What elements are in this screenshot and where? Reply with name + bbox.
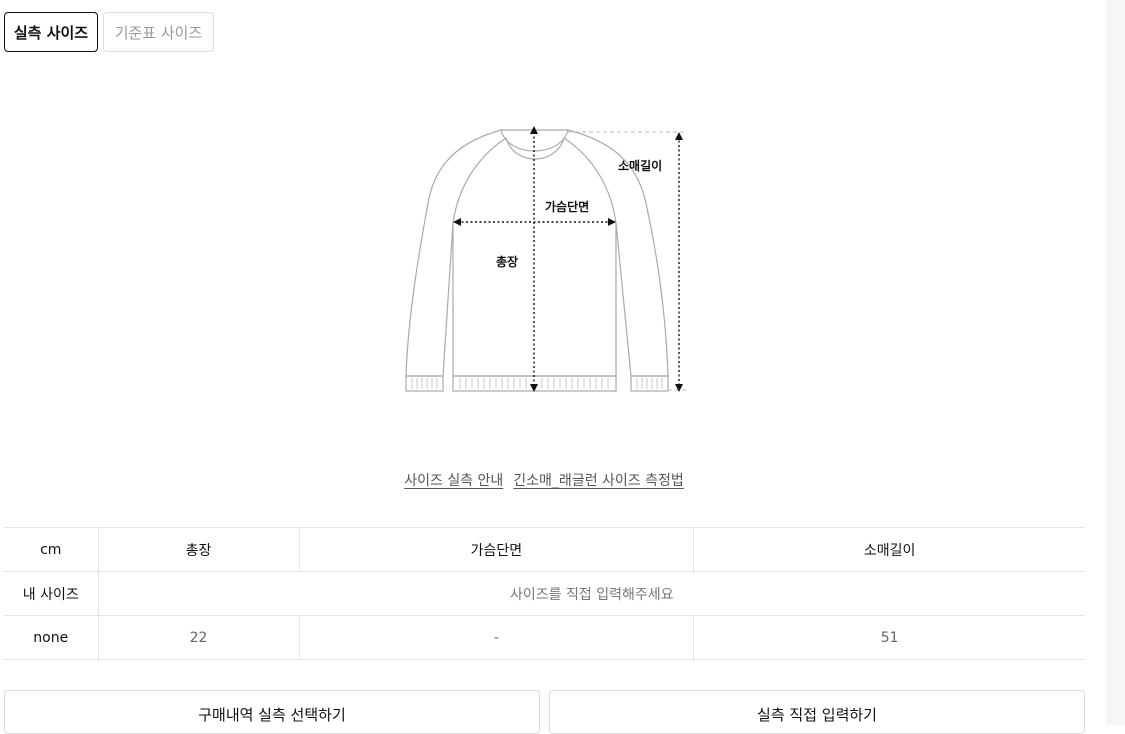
action-buttons: 구매내역 실측 선택하기 실측 직접 입력하기 [4, 690, 1085, 734]
arrow-down-icon [675, 384, 683, 392]
select-from-history-button[interactable]: 구매내역 실측 선택하기 [4, 690, 540, 734]
manual-input-button[interactable]: 실측 직접 입력하기 [549, 690, 1085, 734]
garment-measurement-diagram: 소매길이 가슴단면 총장 [396, 118, 696, 403]
tab-standard-size[interactable]: 기준표 사이즈 [103, 12, 214, 52]
table-row: none 22 - 51 [4, 615, 1085, 660]
sleeve-value-cell: 51 [693, 615, 1085, 660]
scrollbar-track[interactable] [1106, 0, 1125, 725]
table-header-length: 총장 [97, 527, 300, 572]
ribbing-lines [411, 378, 663, 389]
arrow-right-icon [608, 218, 616, 226]
size-guide-link[interactable]: 사이즈 실측 안내 [404, 470, 503, 490]
table-header-sleeve: 소매길이 [693, 527, 1085, 572]
sleeve-length-label: 소매길이 [618, 158, 662, 173]
table-header-chest: 가슴단면 [298, 527, 694, 572]
chest-value-cell: - [298, 615, 694, 660]
measure-method-link[interactable]: 긴소매_래글런 사이즈 측정법 [513, 470, 683, 490]
size-guide-links: 사이즈 실측 안내 긴소매_래글런 사이즈 측정법 [0, 470, 1088, 490]
length-value-cell: 22 [97, 615, 300, 660]
size-tabs: 실측 사이즈 기준표 사이즈 [4, 12, 214, 52]
arrow-up-icon [675, 132, 683, 140]
my-size-label: 내 사이즈 [4, 571, 98, 616]
size-name-cell: none [4, 615, 98, 660]
table-header-unit: cm [4, 527, 98, 572]
my-size-input-prompt[interactable]: 사이즈를 직접 입력해주세요 [97, 571, 1085, 616]
size-table: cm 총장 가슴단면 소매길이 내 사이즈 사이즈를 직접 입력해주세요 non… [4, 527, 1085, 660]
tab-actual-size[interactable]: 실측 사이즈 [4, 12, 98, 52]
table-header-row: cm 총장 가슴단면 소매길이 [4, 527, 1085, 572]
my-size-row: 내 사이즈 사이즈를 직접 입력해주세요 [4, 571, 1085, 616]
chest-width-label: 가슴단면 [545, 199, 589, 214]
total-length-label: 총장 [496, 254, 518, 269]
